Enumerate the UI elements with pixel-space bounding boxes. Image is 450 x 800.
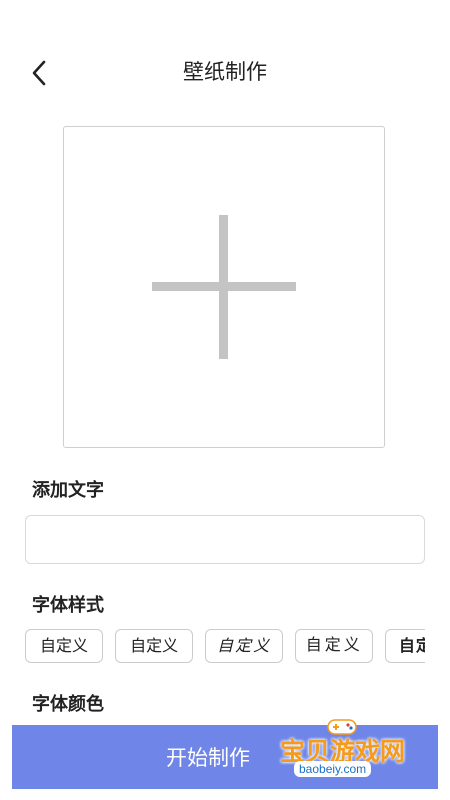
add-text-label: 添加文字 (32, 480, 104, 501)
font-style-option-5[interactable]: 自定义 (385, 629, 425, 663)
font-color-label: 字体颜色 (32, 694, 104, 715)
font-style-option-3[interactable]: 自定义 (205, 629, 284, 663)
page-title: 壁纸制作 (183, 60, 267, 84)
header: 壁纸制作 (0, 40, 450, 104)
font-style-list: 自定义 自定义 自定义 自定义 自定义 (25, 629, 425, 665)
font-style-option-1[interactable]: 自定义 (25, 629, 103, 663)
font-style-option-2[interactable]: 自定义 (115, 629, 194, 663)
add-text-input[interactable] (25, 515, 425, 564)
plus-icon (152, 215, 296, 359)
start-button[interactable]: 开始制作 (12, 725, 438, 789)
image-picker[interactable] (63, 126, 385, 448)
font-style-option-4[interactable]: 自定义 (295, 629, 374, 663)
font-style-label: 字体样式 (32, 595, 104, 616)
